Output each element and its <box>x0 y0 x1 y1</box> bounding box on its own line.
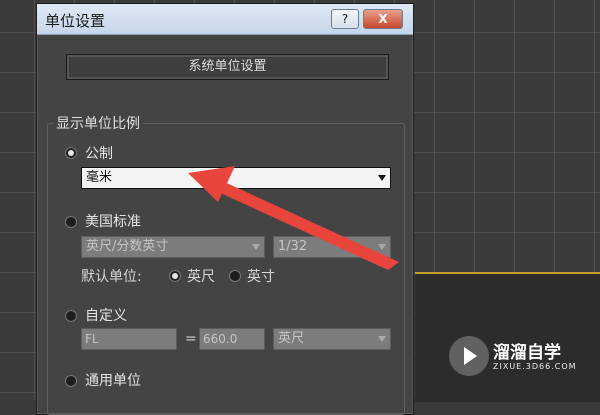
watermark: 溜溜自学 ZIXUE.3D66.COM <box>449 336 576 376</box>
watermark-brand: 溜溜自学 <box>493 343 561 363</box>
watermark-url: ZIXUE.3D66.COM <box>493 362 577 371</box>
arrow-shaft <box>214 180 399 270</box>
play-logo-icon <box>449 336 489 376</box>
